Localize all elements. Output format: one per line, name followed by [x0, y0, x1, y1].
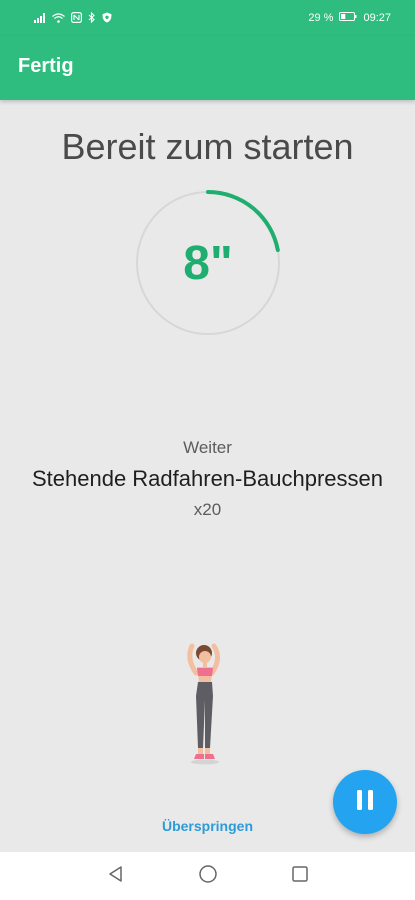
- page-title: Bereit zum starten: [61, 126, 354, 167]
- exercise-name: Stehende Radfahren-Bauchpressen: [31, 466, 384, 491]
- home-button[interactable]: [196, 864, 220, 888]
- app-bar: Fertig: [0, 36, 415, 100]
- status-icons-left: [34, 11, 112, 26]
- exercise-illustration: [170, 640, 240, 770]
- done-button[interactable]: Fertig: [18, 55, 74, 78]
- skip-button[interactable]: Überspringen: [162, 818, 253, 834]
- back-icon: [107, 865, 125, 888]
- nfc-icon: [71, 12, 83, 26]
- shield-icon: [102, 12, 112, 26]
- back-button[interactable]: [104, 864, 128, 888]
- countdown-timer: 8": [135, 190, 281, 336]
- system-nav-bar: [0, 852, 415, 900]
- exercise-reps: x20: [193, 500, 222, 519]
- wifi-icon: [52, 12, 65, 26]
- bluetooth-icon: [88, 11, 96, 26]
- recents-button[interactable]: [288, 864, 312, 888]
- countdown-value: 8": [183, 236, 233, 290]
- battery-icon: [339, 12, 357, 24]
- status-bar: 29 % 09:27: [0, 0, 415, 36]
- recents-icon: [291, 865, 309, 888]
- pause-button[interactable]: [333, 770, 397, 834]
- battery-text: 29 %: [308, 12, 334, 24]
- pause-icon: [355, 789, 375, 816]
- signal-icon: [34, 12, 46, 26]
- status-icons-right: 29 % 09:27: [308, 11, 391, 25]
- next-label: Weiter: [183, 438, 232, 457]
- clock: 09:27: [363, 12, 391, 24]
- home-icon: [198, 864, 218, 889]
